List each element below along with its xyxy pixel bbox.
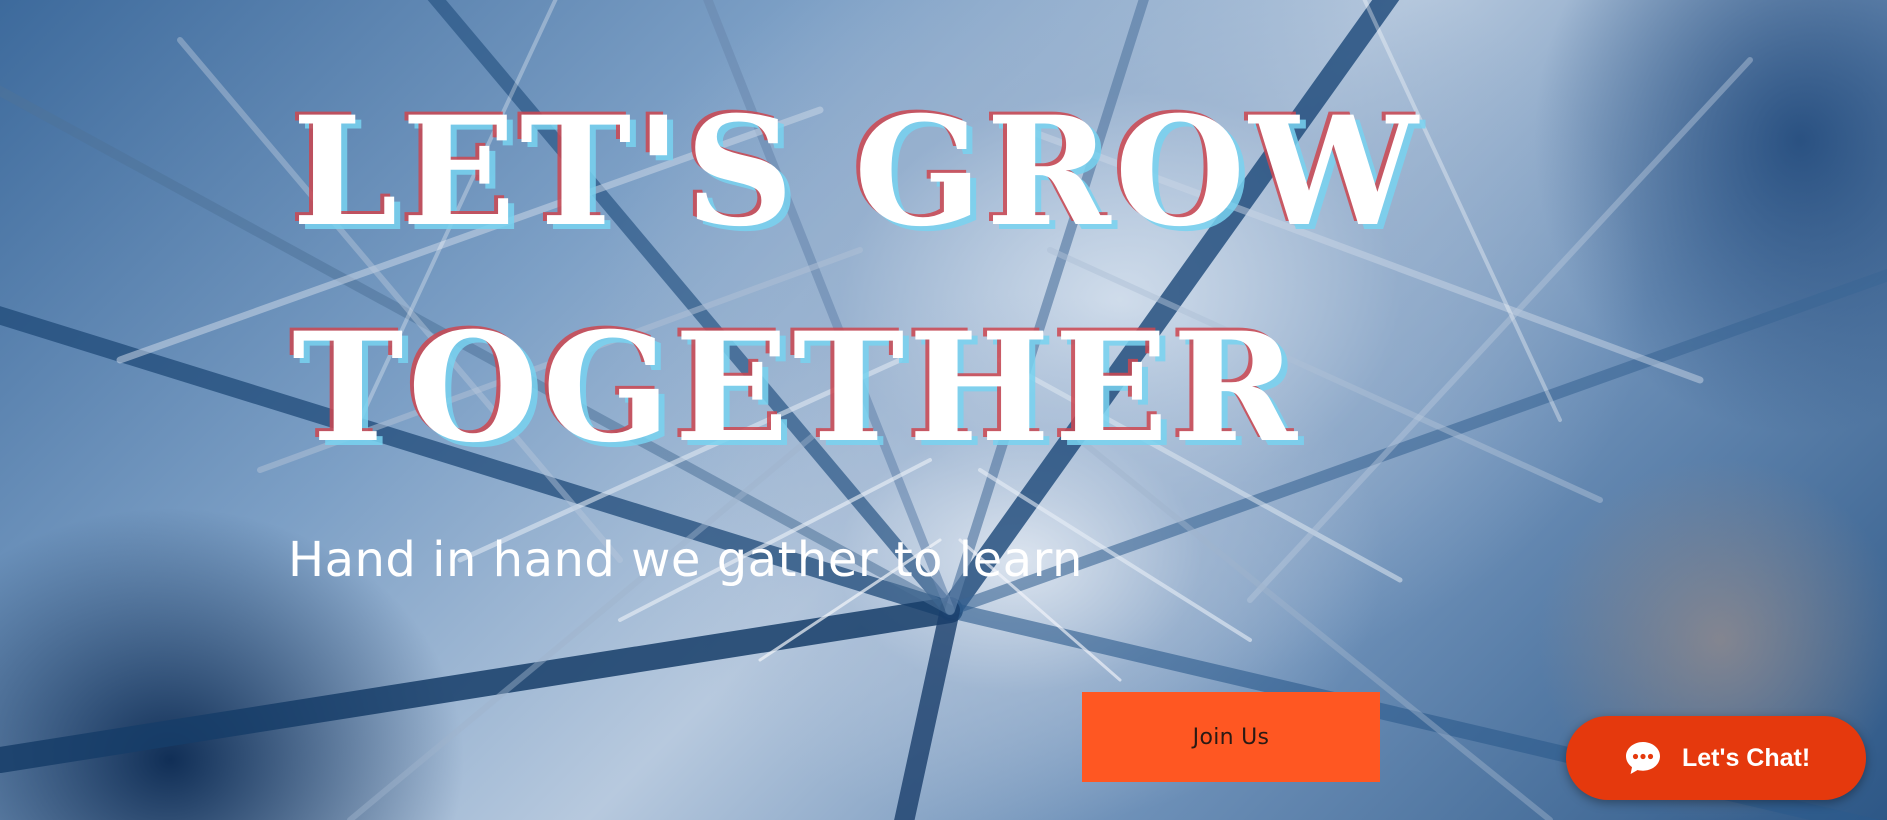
chat-label: Let's Chat!	[1682, 743, 1811, 772]
headline-line-1: LET'S GROW	[292, 84, 1422, 260]
lets-chat-button[interactable]: Let's Chat!	[1566, 716, 1866, 800]
chat-bubble-icon	[1626, 742, 1660, 774]
hero-headline: LET'S GROW TOGETHER	[292, 64, 1422, 496]
headline-line-2: TOGETHER	[292, 300, 1302, 476]
hero-subheading: Hand in hand we gather to learn	[288, 532, 1083, 588]
hero-section: LET'S GROW TOGETHER Hand in hand we gath…	[0, 0, 1887, 820]
join-us-button[interactable]: Join Us	[1082, 692, 1380, 782]
